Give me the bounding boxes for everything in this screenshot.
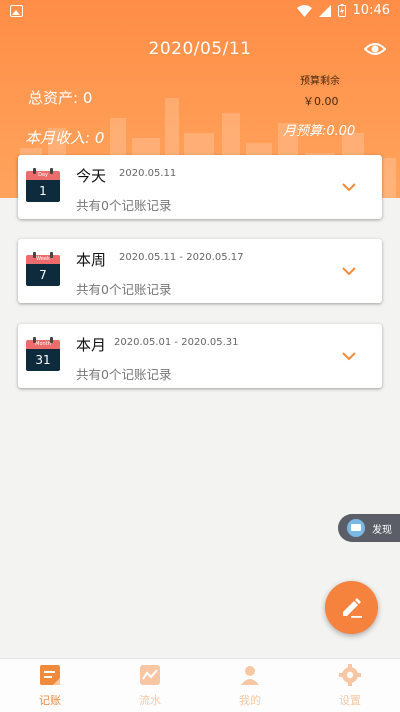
note-icon — [40, 665, 60, 685]
person-icon — [241, 666, 259, 685]
battery-icon — [337, 4, 346, 17]
card-record-count: 共有0个记账记录 — [76, 367, 172, 382]
bottom-tab-bar: 记账 流水 我的 设置 — [0, 658, 400, 712]
discover-icon — [347, 519, 365, 537]
card-record-count: 共有0个记账记录 — [76, 198, 172, 213]
card-title: 今天 — [76, 167, 107, 185]
card-title: 本周 — [76, 251, 107, 269]
tab-bookkeeping[interactable]: 记账 — [0, 659, 100, 712]
tab-label: 流水 — [139, 694, 161, 707]
calendar-icon: Week 7 — [26, 252, 60, 286]
eye-icon[interactable] — [364, 40, 386, 58]
chevron-down-icon[interactable] — [342, 266, 356, 276]
tab-label: 我的 — [239, 694, 261, 707]
gear-icon — [339, 664, 361, 686]
signal-icon — [318, 4, 331, 17]
tab-transactions[interactable]: 流水 — [100, 659, 200, 712]
summary-card-today[interactable]: Day 1 今天 2020.05.11 共有0个记账记录 — [18, 155, 382, 219]
budget-remaining-value: ￥0.00 — [303, 95, 339, 108]
chart-icon — [140, 665, 160, 685]
calendar-icon: Month 31 — [26, 337, 60, 371]
chevron-down-icon[interactable] — [342, 182, 356, 192]
card-record-count: 共有0个记账记录 — [76, 282, 172, 297]
month-budget[interactable]: 月预算:0.00 — [283, 120, 355, 139]
tab-settings[interactable]: 设置 — [300, 659, 400, 712]
total-assets: 总资产: 0 — [28, 89, 93, 107]
card-date-range: 2020.05.01 - 2020.05.31 — [114, 337, 239, 348]
current-date: 2020/05/11 — [148, 39, 252, 59]
chevron-down-icon[interactable] — [342, 351, 356, 361]
calendar-icon: Day 1 — [26, 168, 60, 202]
gallery-notification-icon — [10, 5, 23, 17]
tab-label: 记账 — [39, 694, 61, 707]
add-record-button[interactable] — [325, 581, 378, 634]
discover-label: 发现 — [372, 525, 392, 536]
summary-card-month[interactable]: Month 31 本月 2020.05.01 - 2020.05.31 共有0个… — [18, 324, 382, 388]
discover-button[interactable]: 发现 — [338, 514, 400, 542]
month-income: 本月收入: 0 — [25, 129, 105, 147]
tab-profile[interactable]: 我的 — [200, 659, 300, 712]
status-time: 10:46 — [352, 3, 390, 18]
wifi-icon — [296, 4, 312, 17]
tab-label: 设置 — [339, 694, 361, 707]
pencil-icon — [343, 598, 362, 618]
card-title: 本月 — [76, 336, 107, 354]
status-bar: 10:46 — [0, 0, 400, 24]
summary-card-week[interactable]: Week 7 本周 2020.05.11 - 2020.05.17 共有0个记账… — [18, 239, 382, 303]
budget-remaining-label: 预算剩余 — [300, 76, 340, 87]
card-date-range: 2020.05.11 — [119, 168, 177, 179]
card-date-range: 2020.05.11 - 2020.05.17 — [119, 252, 244, 263]
